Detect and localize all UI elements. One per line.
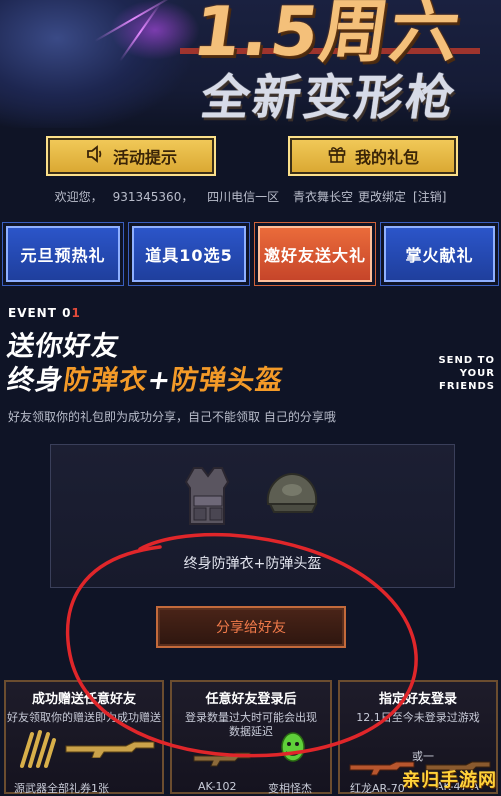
card-subtitle: 12.1日至今未登录过游戏 [356,711,480,724]
share-to-friend-button[interactable]: 分享给好友 [156,606,346,648]
claw-weapon-icon [20,730,56,768]
bulletproof-vest-icon [182,466,234,528]
rifle-icon [65,741,155,758]
speaker-icon [85,144,105,168]
card-title: 指定好友登录 [378,692,457,707]
tab-label: 道具10选5 [145,246,233,265]
event-description: 好友领取你的礼包即为成功分享，自己不能领取 自己的分享哦 [8,410,336,424]
bulletproof-helmet-icon [262,470,320,520]
reward-caption: 终身防弹衣+防弹头盔 [183,556,322,572]
welcome-greeting: 欢迎您， [54,190,103,204]
reward-card-gift-friend: 成功赠送任意好友 好友领取你的赠送即为成功赠送 源武器全部礼券1张 [4,680,164,795]
card-title: 任意好友登录后 [205,692,297,707]
share-button-label: 分享给好友 [216,620,286,636]
tab-label: 掌火献礼 [405,246,474,265]
event-tips-button[interactable]: 活动提示 [46,136,216,176]
tab-invite-friends[interactable]: 邀好友送大礼 [258,226,372,282]
hero-banner: 1.5周六 全新变形枪 [0,0,501,128]
logout-link[interactable]: [注销] [413,190,446,204]
card-subtitle: 登录数量过大时可能会出现数据延迟 [185,711,317,738]
card-subtitle: 好友领取你的赠送即为成功赠送 [7,711,161,724]
tab-new-year-warmup[interactable]: 元旦预热礼 [6,226,120,282]
role-name: 青衣舞长空 [293,190,354,204]
server-name: 四川电信一区 [207,190,280,204]
tab-label: 邀好友送大礼 [263,246,366,265]
tab-items-pick-5[interactable]: 道具10选5 [132,226,246,282]
mask-character-icon [281,732,305,762]
card-item-label: AK-102 [198,780,237,793]
my-gifts-button[interactable]: 我的礼包 [288,136,458,176]
tab-palm-fire-gift[interactable]: 掌火献礼 [384,226,495,282]
user-id: 931345360， [112,190,194,204]
reward-card-friend-login: 任意好友登录后 登录数量过大时可能会出现数据延迟 AK-102 变相怪杰 [170,680,332,795]
change-binding-link[interactable]: 更改绑定 [358,190,406,204]
my-gifts-label: 我的礼包 [354,148,419,167]
event-number-label: EVENT 01 [8,306,81,320]
rifle-icon [193,752,251,767]
watermark-text: 亲归手游网 [402,770,497,791]
gift-icon [327,144,347,168]
tab-label: 元旦预热礼 [20,246,106,265]
hero-subtitle: 全新变形枪 [197,70,461,126]
event-tips-label: 活动提示 [112,148,177,167]
card-title: 成功赠送任意好友 [31,692,136,707]
event-title-line2: 终身防弹衣+防弹头盔 [5,365,286,396]
send-to-friends-tagline: SEND TO YOUR FRIENDS [438,355,495,392]
site-watermark: 亲归手游网 [402,766,497,792]
welcome-bar: 欢迎您， 931345360， 四川电信一区 青衣舞长空 更改绑定 [注销] [0,188,501,205]
